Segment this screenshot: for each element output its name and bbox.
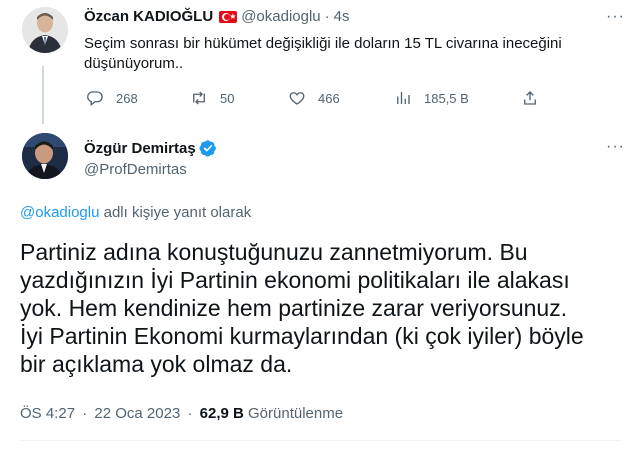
tweet1-text-line: düşünüyorum.. [84,55,184,72]
separator-dot: · [324,8,330,25]
tweet1-text-line: Seçim sonrası bir hükümet değişikliği il… [84,35,562,52]
like-count: 466 [318,90,340,106]
author-name[interactable]: Özgür Demirtaş [84,140,196,157]
tweet2-text: Partiniz adına konuştuğunuzu zannetmiyor… [20,238,630,378]
retweet-button[interactable]: 50 [190,89,234,107]
more-options-icon[interactable]: ··· [606,138,625,156]
tweet-meta: ÖS 4:27 · 22 Oca 2023 · 62,9 B Görüntüle… [20,405,343,422]
tweet2-text-line: yok. Hem kendinize hem partinize zarar v… [20,295,568,321]
verified-badge-icon [199,140,216,157]
divider [20,440,621,441]
tweet2-text-line: yazdığınızın İyi Partinin ekonomi politi… [20,267,570,293]
avatar-okadioglu[interactable] [22,7,68,53]
author-handle[interactable]: @ProfDemirtas [84,161,187,178]
turkey-flag-icon: ★ [219,10,238,23]
tweet2-text-line: İyi Partinin Ekonomi kurmaylarından (ki … [20,323,584,349]
retweet-count: 50 [220,90,235,106]
views-count: 185,5 B [424,90,469,106]
views-chart-icon [397,92,410,104]
reply-mention-link[interactable]: @okadioglu [20,204,99,221]
tweet2-text-line: Partiniz adına konuştuğunuzu zannetmiyor… [20,239,528,265]
separator-dot: · [187,405,193,422]
tweet-time[interactable]: 4s [334,8,350,25]
avatar-photo-icon [22,133,68,179]
author-handle[interactable]: @okadioglu [241,8,320,25]
reply-context-text: adlı kişiye yanıt olarak [99,204,252,221]
avatar-photo-icon [22,7,68,53]
reply-count: 268 [116,90,138,106]
more-options-icon[interactable]: ··· [606,8,625,26]
reply-button[interactable]: 268 [86,89,138,107]
tweet1-text: Seçim sonrası bir hükümet değişikliği il… [84,34,624,74]
like-button[interactable]: 466 [288,89,340,107]
tweet2-text-line: bir açıklama yok olmaz da. [20,351,293,377]
reply-context: @okadioglu adlı kişiye yanıt olarak [20,204,251,221]
tweet-date[interactable]: 22 Oca 2023 [94,405,180,422]
avatar-profdemirtas[interactable] [22,133,68,179]
views-button[interactable]: 185,5 B [394,89,469,107]
thread-connector-line [42,66,44,124]
share-button[interactable] [521,89,551,107]
retweet-icon [193,91,205,105]
views-count: 62,9 B [199,405,244,422]
author-name[interactable]: Özcan KADIOĞLU [84,8,213,25]
tweet-time[interactable]: ÖS 4:27 [20,405,75,422]
heart-icon [289,92,305,105]
reply-icon [87,91,103,107]
views-label: Görüntülenme [243,405,344,422]
separator-dot: · [82,405,88,422]
tweet2-header: Özgür Demirtaş [84,139,217,157]
share-icon [524,91,536,105]
tweet1-header: Özcan KADIOĞLU ★ @okadioglu · 4s [84,8,349,25]
